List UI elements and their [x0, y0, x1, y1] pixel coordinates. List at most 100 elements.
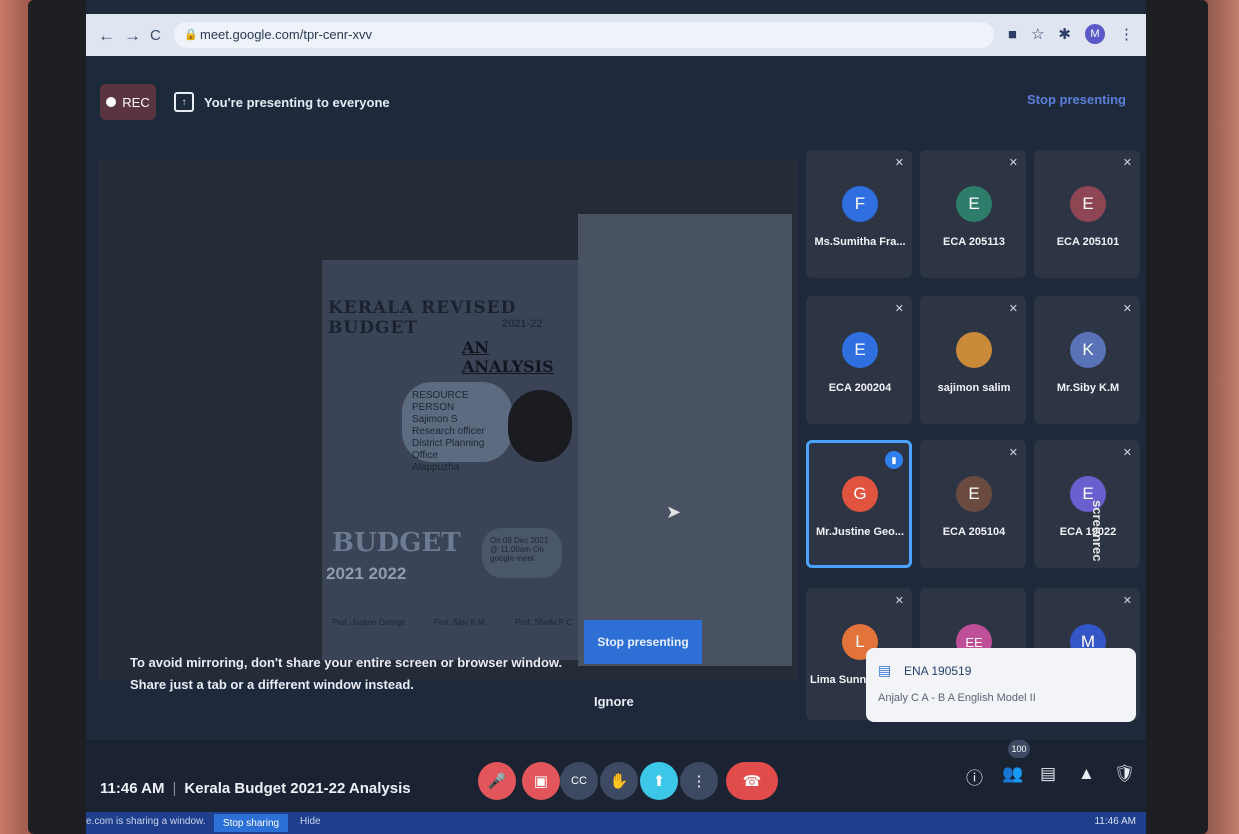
presenting-text: You're presenting to everyone: [204, 94, 390, 110]
footer-name: Prof. Sheila P C: [515, 618, 572, 627]
extensions-icon[interactable]: ✱: [1058, 25, 1071, 43]
slide-preview: KERALA REVISED BUDGET 2021-22 AN ANALYSI…: [322, 260, 578, 660]
participant-name: Ms.Sumitha Fra...: [814, 236, 906, 248]
camera-off-button[interactable]: ▣: [522, 762, 560, 800]
mic-muted-icon: ✕: [1008, 157, 1018, 169]
menu-icon[interactable]: ⋮: [1119, 25, 1134, 43]
mic-muted-icon: ✕: [1122, 303, 1132, 315]
browser-actions: ■ ☆ ✱ M ⋮: [1008, 24, 1134, 44]
forward-icon[interactable]: →: [124, 26, 141, 46]
reload-icon[interactable]: C: [150, 27, 161, 44]
mic-muted-icon: ✕: [894, 157, 904, 169]
more-options-button[interactable]: ⋮: [680, 762, 718, 800]
sharing-indicator-text: e.com is sharing a window.: [86, 816, 206, 827]
participant-name: ECA 205101: [1056, 236, 1120, 248]
mic-muted-icon: ✕: [894, 595, 904, 607]
hide-button[interactable]: Hide: [300, 816, 321, 827]
raise-hand-button[interactable]: ✋: [600, 762, 638, 800]
meeting-controls-bar: 11:46 AM | Kerala Budget 2021-22 Analysis …: [86, 740, 1146, 820]
back-icon[interactable]: ←: [98, 26, 115, 46]
meeting-info-icon[interactable]: ⓘ: [966, 764, 983, 789]
participant-name: Mr.Siby K.M: [1056, 382, 1120, 394]
participant-name: ECA 200204: [828, 382, 892, 394]
os-taskbar: e.com is sharing a window. Stop sharing …: [86, 812, 1146, 834]
meeting-details: 11:46 AM | Kerala Budget 2021-22 Analysis: [100, 780, 411, 797]
recording-badge: REC: [100, 84, 156, 120]
host-controls-icon[interactable]: 🛡: [1114, 764, 1136, 784]
mic-muted-icon: ✕: [1008, 303, 1018, 315]
speaking-indicator-icon: ▮: [885, 451, 903, 469]
mic-muted-icon: ✕: [1008, 447, 1018, 459]
participant-count-badge: 100: [1008, 740, 1030, 758]
stop-presenting-button[interactable]: Stop presenting: [584, 620, 702, 664]
url-text[interactable]: meet.google.com/tpr-cenr-xvv: [200, 27, 372, 42]
chat-notification[interactable]: ▤ ENA 190519 Anjaly C A - B A English Mo…: [866, 648, 1136, 722]
stop-presenting-link[interactable]: Stop presenting: [1027, 92, 1126, 107]
participant-tile[interactable]: ✕ E ECA 19022: [1034, 440, 1140, 568]
slide-year: 2021-22: [502, 318, 543, 330]
camera-indicator-icon[interactable]: ■: [1008, 26, 1017, 43]
mic-off-button[interactable]: 🎤: [478, 762, 516, 800]
participant-avatar: G: [842, 476, 878, 512]
participant-name: ECA 205104: [942, 526, 1006, 538]
captions-button[interactable]: CC: [560, 762, 598, 800]
participant-tile[interactable]: ✕ E ECA 205113: [920, 150, 1026, 278]
slide-subtitle: AN ANALYSIS: [462, 338, 554, 376]
resource-person-card: RESOURCE PERSON Sajimon S Research offic…: [402, 382, 512, 473]
participant-tile[interactable]: ✕ sajimon salim: [920, 296, 1026, 424]
participant-name: ECA 205113: [943, 236, 1005, 248]
participant-avatar: E: [1070, 186, 1106, 222]
participant-name: Mr.Justine Geo...: [815, 526, 905, 538]
person-line: Sajimon S: [412, 414, 458, 425]
footer-name: Prof. Justine George: [332, 618, 406, 627]
participant-tile[interactable]: ✕ E ECA 200204: [806, 296, 912, 424]
participant-avatar: E: [956, 186, 992, 222]
participant-tile-active-speaker[interactable]: ▮ G Mr.Justine Geo...: [806, 440, 912, 568]
slide-budget-word: BUDGET: [332, 528, 461, 558]
profile-avatar[interactable]: M: [1085, 24, 1105, 44]
participant-avatar: F: [842, 186, 878, 222]
participant-avatar: E: [956, 476, 992, 512]
mic-muted-icon: ✕: [1122, 595, 1132, 607]
star-icon[interactable]: ☆: [1031, 25, 1044, 43]
slide-event-info: On 09 Dec 2021 @ 11.00am On google meet: [482, 528, 562, 578]
slide-budget-years: 2021 2022: [326, 564, 407, 583]
participant-photo-avatar: [956, 332, 992, 368]
person-line: District Planning Office: [412, 438, 485, 461]
notification-sender: ENA 190519: [904, 664, 972, 678]
present-screen-icon: ↑: [174, 92, 194, 112]
participant-avatar: E: [842, 332, 878, 368]
mouse-cursor-icon: ➤: [666, 502, 682, 522]
person-line: RESOURCE PERSON: [412, 390, 469, 413]
present-now-button[interactable]: ⬆: [640, 762, 678, 800]
participant-tile[interactable]: ✕ F Ms.Sumitha Fra...: [806, 150, 912, 278]
record-dot-icon: [106, 97, 117, 107]
slide-footer: Prof. Justine George Prof. Siby K.M. Pro…: [332, 618, 572, 627]
participant-avatar: K: [1070, 332, 1106, 368]
ignore-button[interactable]: Ignore: [594, 694, 634, 709]
mic-muted-icon: ✕: [894, 303, 904, 315]
lock-icon: 🔒: [184, 29, 198, 41]
screenrec-watermark: screenrec: [1090, 500, 1105, 562]
chat-message-icon: ▤: [878, 662, 892, 678]
end-call-button[interactable]: ☎: [726, 762, 778, 800]
address-bar[interactable]: 🔒 meet.google.com/tpr-cenr-xvv: [174, 22, 994, 48]
stop-sharing-button[interactable]: Stop sharing: [214, 814, 288, 832]
activities-icon[interactable]: ▲: [1078, 764, 1095, 784]
participant-tile[interactable]: ✕ K Mr.Siby K.M: [1034, 296, 1140, 424]
mic-muted-icon: ✕: [1122, 157, 1132, 169]
person-line: Alappuzha: [412, 462, 460, 473]
rec-label: REC: [122, 94, 150, 110]
person-line: Research officer: [412, 426, 485, 437]
laptop-screen: ← → C 🔒 meet.google.com/tpr-cenr-xvv ■ ☆…: [86, 0, 1146, 834]
participant-name: ECA 19022: [1059, 526, 1117, 538]
speaker-photo: [508, 390, 572, 462]
participant-tile[interactable]: ✕ E ECA 205101: [1034, 150, 1140, 278]
participant-tile[interactable]: ✕ E ECA 205104: [920, 440, 1026, 568]
people-icon[interactable]: 👥: [1002, 764, 1023, 784]
browser-toolbar: ← → C 🔒 meet.google.com/tpr-cenr-xvv ■ ☆…: [86, 14, 1146, 56]
chat-icon[interactable]: ▤: [1040, 764, 1056, 784]
taskbar-clock: 11:46 AM: [1094, 816, 1136, 827]
notification-message: Anjaly C A - B A English Model II: [878, 692, 1036, 704]
meeting-title: Kerala Budget 2021-22 Analysis: [184, 780, 411, 797]
